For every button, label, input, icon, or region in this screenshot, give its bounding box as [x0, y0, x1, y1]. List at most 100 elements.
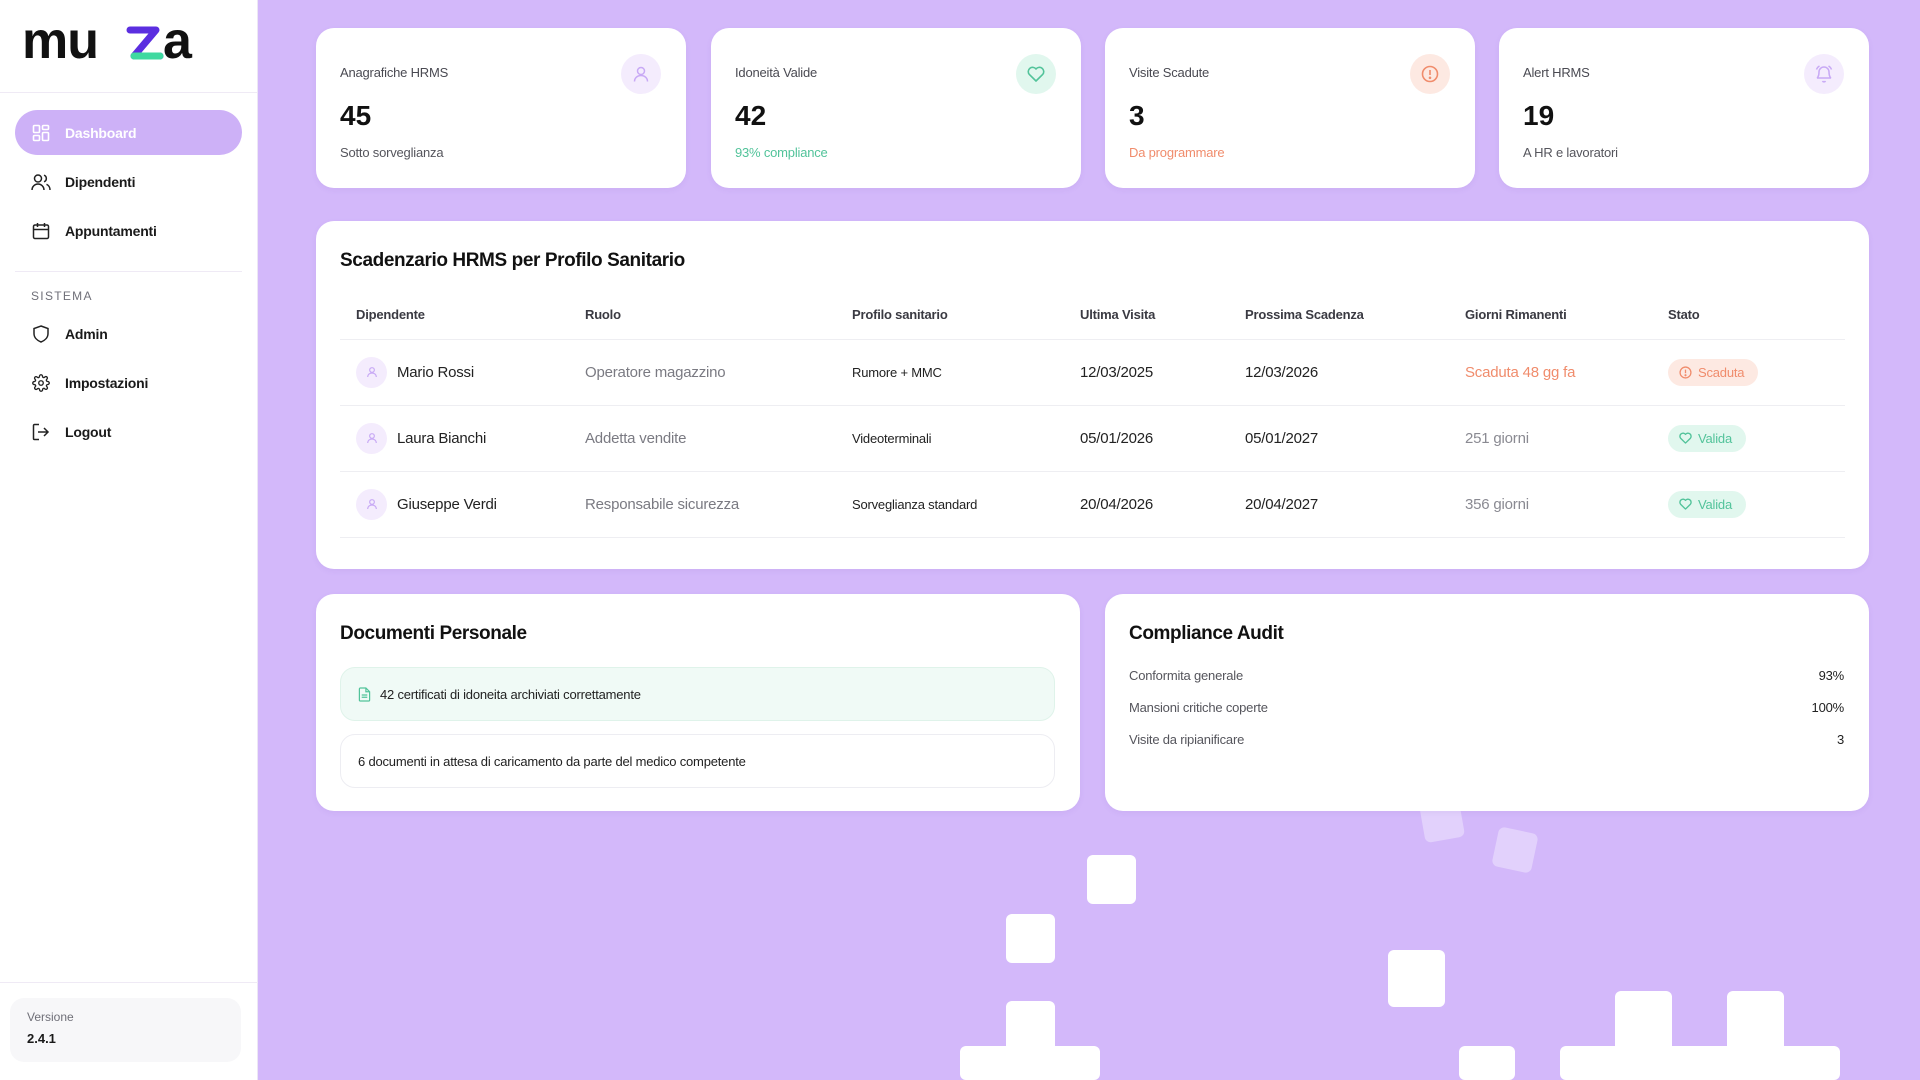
status-text: Valida [1698, 430, 1732, 446]
audit-value: 3 [1836, 731, 1844, 747]
version-label: Versione [27, 1010, 74, 1024]
alert-circle-icon [1679, 365, 1692, 379]
table-row[interactable]: Giuseppe Verdi Responsabile sicurezza So… [340, 471, 1845, 538]
svg-text:a: a [163, 18, 193, 66]
sidebar: mu a Dashboard Dipendenti Appuntamenti S… [0, 0, 258, 1080]
nav-item-logout[interactable]: Logout [15, 409, 242, 454]
alert-circle-icon [1410, 54, 1450, 94]
nav-item-impostazioni[interactable]: Impostazioni [15, 360, 242, 405]
audit-value: 100% [1811, 699, 1845, 715]
nav-item-appuntamenti[interactable]: Appuntamenti [15, 208, 242, 253]
gear-icon [31, 373, 51, 393]
heart-icon [1016, 54, 1056, 94]
divider [15, 271, 242, 272]
muza-logo-icon: mu a [22, 18, 193, 66]
avatar [356, 488, 387, 520]
avatar [356, 356, 387, 388]
stat-value: 42 [735, 100, 767, 131]
section-label-sistema: SISTEMA [31, 289, 93, 303]
heart-icon [1679, 498, 1692, 510]
version-footer: Versione 2.4.1 [0, 982, 258, 1080]
column-header[interactable]: Stato [1668, 307, 1845, 340]
documents-pending-row[interactable]: 6 documenti in attesa di caricamento da … [340, 734, 1055, 788]
audit-label: Conformita generale [1129, 667, 1243, 683]
main-nav: Dashboard Dipendenti Appuntamenti [0, 93, 257, 253]
table-header-row: Dipendente Ruolo Profilo sanitario Ultim… [340, 307, 1845, 340]
stat-value: 45 [340, 100, 372, 131]
health-profile: Sorveglianza standard [852, 471, 1080, 538]
days-remaining: 251 giorni [1465, 405, 1668, 472]
nav-item-admin[interactable]: Admin [15, 311, 242, 356]
stat-value: 3 [1129, 100, 1145, 131]
next-deadline: 12/03/2026 [1245, 339, 1465, 406]
users-icon [31, 172, 51, 192]
documents-title: Documenti Personale [340, 623, 527, 644]
schedule-title: Scadenzario HRMS per Profilo Sanitario [340, 250, 685, 271]
compliance-audit-card: Compliance Audit Conformita generale 93%… [1105, 594, 1869, 811]
table-row[interactable]: Laura Bianchi Addetta vendite Videotermi… [340, 405, 1845, 472]
last-visit: 20/04/2026 [1080, 471, 1245, 538]
documents-pending-text: 6 documenti in attesa di caricamento da … [358, 753, 746, 769]
column-header[interactable]: Dipendente [340, 307, 585, 340]
employee-name: Giuseppe Verdi [397, 495, 497, 513]
version-box: Versione 2.4.1 [10, 998, 241, 1062]
last-visit: 12/03/2025 [1080, 339, 1245, 406]
table-row[interactable]: Mario Rossi Operatore magazzino Rumore +… [340, 339, 1845, 406]
column-header[interactable]: Profilo sanitario [852, 307, 1080, 340]
dashboard-grid-icon [31, 123, 51, 143]
last-visit: 05/01/2026 [1080, 405, 1245, 472]
svg-text:mu: mu [22, 18, 98, 66]
days-remaining: 356 giorni [1465, 471, 1668, 538]
stat-card-visite-scadute[interactable]: Visite Scadute 3 Da programmare [1105, 28, 1475, 188]
shield-icon [31, 324, 51, 344]
employee-role: Operatore magazzino [585, 339, 852, 406]
nav-item-label: Dashboard [65, 124, 137, 141]
stat-card-anagrafiche[interactable]: Anagrafiche HRMS 45 Sotto sorveglianza [316, 28, 686, 188]
decor-square [1459, 1046, 1515, 1080]
decor-square [960, 1046, 1100, 1080]
column-header[interactable]: Giorni Rimanenti [1465, 307, 1668, 340]
employee-name: Mario Rossi [397, 363, 474, 381]
schedule-card: Scadenzario HRMS per Profilo Sanitario D… [316, 221, 1869, 569]
heart-icon [1679, 432, 1692, 444]
nav-item-label: Appuntamenti [65, 222, 157, 239]
decor-square [1087, 855, 1136, 904]
decor-square [1388, 950, 1445, 1007]
days-remaining: Scaduta 48 gg fa [1465, 339, 1668, 406]
audit-value: 93% [1818, 667, 1845, 683]
column-header[interactable]: Ruolo [585, 307, 852, 340]
audit-row: Mansioni critiche coperte 100% [1129, 691, 1844, 723]
nav-item-dashboard[interactable]: Dashboard [15, 110, 242, 155]
nav-item-label: Impostazioni [65, 374, 149, 391]
logo: mu a [0, 0, 257, 93]
column-header[interactable]: Ultima Visita [1080, 307, 1245, 340]
version-value: 2.4.1 [27, 1031, 56, 1046]
decor-square [1491, 826, 1539, 874]
next-deadline: 20/04/2027 [1245, 471, 1465, 538]
nav-item-label: Logout [65, 423, 112, 440]
documents-archived-row[interactable]: 42 certificati di idoneita archiviati co… [340, 667, 1055, 721]
documents-archived-text: 42 certificati di idoneita archiviati co… [380, 686, 641, 702]
employee-role: Addetta vendite [585, 405, 852, 472]
audit-title: Compliance Audit [1129, 623, 1284, 644]
stat-card-idoneita[interactable]: Idoneità Valide 42 93% compliance [711, 28, 1081, 188]
avatar [356, 422, 387, 454]
stat-subtitle: A HR e lavoratori [1523, 145, 1618, 160]
next-deadline: 05/01/2027 [1245, 405, 1465, 472]
documents-card: Documenti Personale 42 certificati di id… [316, 594, 1080, 811]
status-badge: Valida [1668, 424, 1746, 452]
audit-label: Mansioni critiche coperte [1129, 699, 1268, 715]
document-icon [358, 686, 371, 702]
status-text: Scaduta [1698, 364, 1745, 380]
nav-item-dipendenti[interactable]: Dipendenti [15, 159, 242, 204]
stat-value: 19 [1523, 100, 1555, 131]
health-profile: Rumore + MMC [852, 339, 1080, 406]
status-badge: Scaduta [1668, 358, 1759, 386]
system-nav: Admin Impostazioni Logout [0, 311, 257, 454]
column-header[interactable]: Prossima Scadenza [1245, 307, 1465, 340]
employee-name: Laura Bianchi [397, 429, 487, 447]
calendar-icon [31, 221, 51, 241]
stat-card-alert[interactable]: Alert HRMS 19 A HR e lavoratori [1499, 28, 1869, 188]
status-badge: Valida [1668, 490, 1746, 518]
employee-role: Responsabile sicurezza [585, 471, 852, 538]
